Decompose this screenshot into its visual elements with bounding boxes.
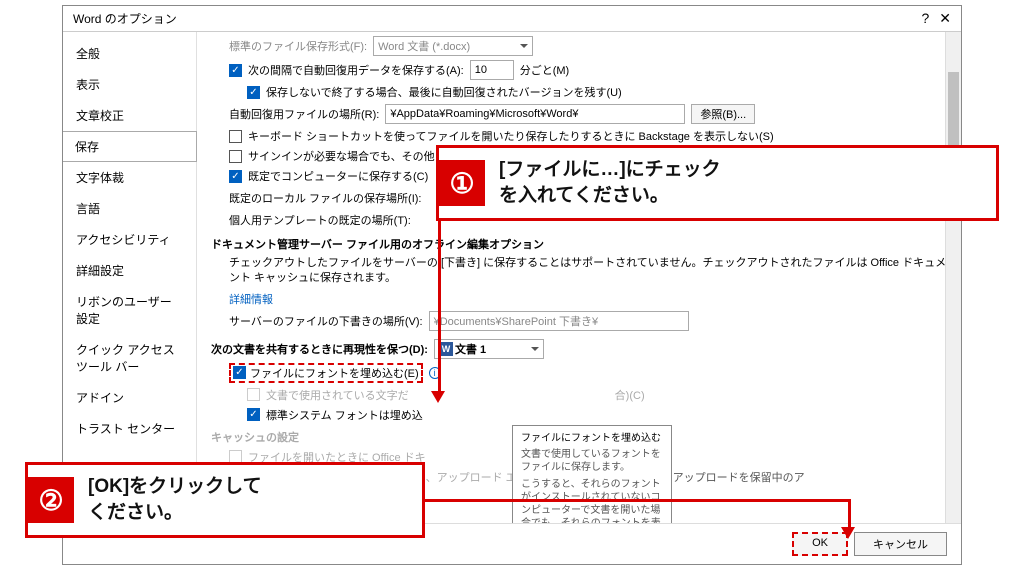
keep-last-checkbox[interactable] bbox=[247, 86, 260, 99]
close-icon[interactable]: ✕ bbox=[939, 10, 951, 27]
sidebar-item-general[interactable]: 全般 bbox=[63, 38, 196, 69]
window-title: Word のオプション bbox=[69, 10, 177, 27]
default-format-label: 標準のファイル保存形式(F): bbox=[229, 38, 367, 54]
cache-heading: キャッシュの設定 bbox=[211, 429, 299, 445]
sidebar-item-addins[interactable]: アドイン bbox=[63, 382, 196, 413]
callout-1: ① [ファイルに…]にチェックを入れてください。 bbox=[436, 145, 999, 221]
callout-1-number: ① bbox=[439, 160, 485, 206]
embed-fonts-label: ファイルにフォントを埋め込む(E) bbox=[250, 365, 419, 381]
sidebar-item-ribbon[interactable]: リボンのユーザー設定 bbox=[63, 286, 196, 334]
titlebar: Word のオプション ? ✕ bbox=[63, 6, 961, 32]
callout-2: ② [OK]をクリックしてください。 bbox=[25, 462, 425, 538]
sidebar-item-proofing[interactable]: 文章校正 bbox=[63, 100, 196, 131]
embed-system-checkbox[interactable] bbox=[247, 408, 260, 421]
backstage-label: キーボード ショートカットを使ってファイルを開いたり保存したりするときに Bac… bbox=[248, 128, 774, 144]
section-offline: ドキュメント管理サーバー ファイル用のオフライン編集オプション bbox=[211, 236, 544, 252]
cancel-button[interactable]: キャンセル bbox=[854, 532, 947, 556]
help-icon[interactable]: ? bbox=[921, 10, 929, 27]
sidebar-item-advanced[interactable]: 詳細設定 bbox=[63, 255, 196, 286]
sidebar-item-language[interactable]: 言語 bbox=[63, 193, 196, 224]
callout-1-arrowhead bbox=[431, 391, 445, 410]
callout-1-text: [ファイルに…]にチェックを入れてください。 bbox=[485, 153, 735, 212]
browse-button-1[interactable]: 参照(B)... bbox=[691, 104, 755, 124]
embed-highlight: ファイルにフォントを埋め込む(E) bbox=[229, 363, 423, 383]
word-icon: W bbox=[439, 342, 453, 356]
share-label: 次の文書を共有するときに再現性を保つ(D): bbox=[211, 341, 428, 357]
tooltip-body1: 文書で使用しているフォントをファイルに保存します。 bbox=[521, 448, 663, 474]
signin-checkbox[interactable] bbox=[229, 150, 242, 163]
autosave-interval-input[interactable]: 10 bbox=[470, 60, 514, 80]
more-info-link[interactable]: 詳細情報 bbox=[229, 291, 273, 307]
share-doc-select[interactable]: W 文書 1 bbox=[434, 339, 544, 359]
sidebar-item-qat[interactable]: クイック アクセス ツール バー bbox=[63, 334, 196, 382]
autosave-checkbox[interactable] bbox=[229, 64, 242, 77]
sidebar: 全般 表示 文章校正 保存 文字体裁 言語 アクセシビリティ 詳細設定 リボンの… bbox=[63, 32, 197, 523]
autosave-unit: 分ごと(M) bbox=[520, 62, 570, 78]
callout-2-number: ② bbox=[28, 477, 74, 523]
content-pane: 標準のファイル保存形式(F): Word 文書 (*.docx) 次の間隔で自動… bbox=[197, 32, 961, 523]
signin-label: サインインが必要な場合でも、その他 bbox=[248, 148, 435, 164]
sidebar-item-save[interactable]: 保存 bbox=[63, 131, 197, 162]
callout-2-text: [OK]をクリックしてください。 bbox=[74, 470, 276, 529]
autosave-label: 次の間隔で自動回復用データを保存する(A): bbox=[248, 62, 464, 78]
sidebar-item-accessibility[interactable]: アクセシビリティ bbox=[63, 224, 196, 255]
backstage-checkbox[interactable] bbox=[229, 130, 242, 143]
default-format-select[interactable]: Word 文書 (*.docx) bbox=[373, 36, 533, 56]
server-drafts-label: サーバーのファイルの下書きの場所(V): bbox=[229, 313, 423, 329]
callout-2-arrowhead bbox=[841, 527, 855, 546]
sidebar-item-typography[interactable]: 文字体裁 bbox=[63, 162, 196, 193]
embed-fonts-checkbox[interactable] bbox=[233, 366, 246, 379]
template-loc-label: 個人用テンプレートの既定の場所(T): bbox=[229, 212, 411, 228]
save-pc-label: 既定でコンピューターに保存する(C) bbox=[248, 168, 428, 184]
autorecover-loc-input[interactable]: ¥AppData¥Roaming¥Microsoft¥Word¥ bbox=[385, 104, 685, 124]
embed-tooltip: ファイルにフォントを埋め込む 文書で使用しているフォントをファイルに保存します。… bbox=[512, 425, 672, 523]
keep-last-label: 保存しないで終了する場合、最後に自動回復されたバージョンを残す(U) bbox=[266, 84, 622, 100]
save-pc-checkbox[interactable] bbox=[229, 170, 242, 183]
embed-used-label: 文書で使用されている文字だ bbox=[266, 387, 409, 403]
local-loc-label: 既定のローカル ファイルの保存場所(I): bbox=[229, 190, 422, 206]
ok-button[interactable]: OK bbox=[792, 532, 848, 556]
sidebar-item-display[interactable]: 表示 bbox=[63, 69, 196, 100]
server-drafts-input[interactable]: ¥Documents¥SharePoint 下書き¥ bbox=[429, 311, 689, 331]
callout-1-arrow bbox=[438, 221, 441, 396]
embed-system-label: 標準システム フォントは埋め込 bbox=[266, 407, 423, 423]
combine-suffix: 合)(C) bbox=[615, 387, 645, 403]
scrollbar[interactable] bbox=[945, 32, 961, 523]
embed-used-checkbox[interactable] bbox=[247, 388, 260, 401]
checkout-text: チェックアウトしたファイルをサーバーの [下書き] に保存することはサポートされ… bbox=[229, 256, 947, 287]
tooltip-title: ファイルにフォントを埋め込む bbox=[521, 432, 663, 445]
sidebar-item-trust[interactable]: トラスト センター bbox=[63, 413, 196, 444]
callout-2-arrow-h bbox=[425, 499, 850, 502]
autorecover-loc-label: 自動回復用ファイルの場所(R): bbox=[229, 106, 379, 122]
